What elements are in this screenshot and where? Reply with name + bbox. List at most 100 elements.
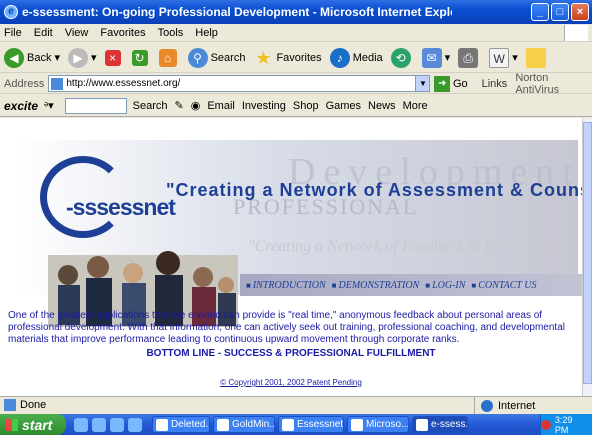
- start-label: start: [22, 416, 53, 433]
- excite-search-button[interactable]: Search: [133, 100, 168, 112]
- quick-launch-media-icon[interactable]: [110, 417, 124, 432]
- taskbar-item-goldmine[interactable]: GoldMin...: [213, 416, 275, 433]
- forward-arrow-icon: ▶: [68, 47, 89, 68]
- taskbar-item-microsoft[interactable]: Microso...: [347, 416, 409, 433]
- my-icon[interactable]: ◉: [191, 99, 201, 112]
- quick-launch-desktop-icon[interactable]: [128, 417, 142, 432]
- back-arrow-icon: ◀: [4, 47, 24, 68]
- close-button[interactable]: ×: [571, 3, 589, 21]
- highlight-icon[interactable]: ✎: [175, 99, 184, 112]
- chevron-down-icon: ▾: [91, 52, 97, 64]
- refresh-icon: ↻: [131, 49, 148, 66]
- excite-investing-button[interactable]: Investing: [242, 100, 286, 112]
- search-button[interactable]: ⚲ Search: [187, 47, 246, 68]
- excite-more-button[interactable]: More: [403, 100, 428, 112]
- address-input[interactable]: http://www.essessnet.org/ ▼: [48, 75, 431, 92]
- history-button[interactable]: ⟲: [390, 47, 414, 68]
- task-label: Deleted...: [171, 419, 210, 430]
- window-titlebar[interactable]: e e-ssessment: On-going Professional Dev…: [0, 0, 592, 24]
- mail-button[interactable]: ✉ ▾: [421, 47, 451, 68]
- taskbar-item-deleted[interactable]: Deleted...: [152, 416, 210, 433]
- folder-button[interactable]: [525, 47, 549, 68]
- essessnet-logo-text: -sssessnet: [66, 194, 176, 220]
- ghost-tagline-text: "Creating a Network of Feedback & Develo…: [248, 238, 576, 255]
- ie-logo-icon: e: [4, 5, 18, 19]
- site-tagline: "Creating a Network of Assessment & Coun…: [166, 180, 582, 200]
- excite-email-button[interactable]: Email: [207, 100, 235, 112]
- page-icon: [51, 77, 64, 90]
- stop-button[interactable]: ×: [104, 49, 124, 66]
- window-title: e-ssessment: On-going Professional Devel…: [22, 5, 452, 19]
- security-zone: Internet: [474, 397, 535, 414]
- home-icon: ⌂: [158, 48, 177, 67]
- scrollbar-thumb[interactable]: [583, 122, 592, 384]
- ie-icon: [416, 418, 428, 431]
- nav-contact-us-link[interactable]: CONTACT US: [471, 280, 536, 291]
- media-button[interactable]: ♪ Media: [329, 47, 383, 68]
- nav-log-in-link[interactable]: LOG-IN: [425, 280, 465, 291]
- excite-shop-button[interactable]: Shop: [293, 100, 319, 112]
- quick-launch-folder-icon[interactable]: [92, 417, 106, 432]
- menu-edit[interactable]: Edit: [34, 27, 53, 39]
- vertical-scrollbar[interactable]: [582, 118, 592, 396]
- menu-file[interactable]: File: [4, 27, 22, 39]
- quick-launch-ie-icon[interactable]: [74, 417, 88, 432]
- page-done-icon: [4, 399, 16, 411]
- nav-introduction-link[interactable]: INTRODUCTION: [246, 280, 326, 291]
- go-arrow-icon[interactable]: ➜: [434, 75, 450, 92]
- clock: 3:29 PM: [554, 414, 573, 435]
- home-button[interactable]: ⌂: [158, 48, 180, 67]
- star-icon: ★: [255, 47, 272, 68]
- folder-icon: [282, 418, 294, 431]
- excite-search-input[interactable]: [64, 97, 127, 114]
- chevron-down-icon: ▾: [51, 52, 61, 64]
- excite-logo[interactable]: excite: [4, 99, 38, 113]
- task-icon: [217, 418, 229, 431]
- folder-icon: [525, 47, 546, 68]
- minimize-button[interactable]: _: [531, 3, 549, 21]
- printer-icon: ⎙: [458, 47, 479, 68]
- history-icon: ⟲: [390, 47, 411, 68]
- bottom-line-heading: BOTTOM LINE - SUCCESS & PROFESSIONAL FUL…: [146, 348, 436, 359]
- chevron-down-icon: ▾: [444, 52, 451, 64]
- media-icon: ♪: [329, 47, 350, 68]
- address-dropdown-button[interactable]: ▼: [415, 76, 430, 91]
- nav-demonstration-link[interactable]: DEMONSTRATION: [332, 280, 419, 291]
- taskbar-item-essessnet[interactable]: Essessnet: [278, 416, 344, 433]
- menu-view[interactable]: View: [65, 27, 89, 39]
- standard-toolbar: ◀ Back ▾ ▶ ▾ × ↻ ⌂ ⚲ Search ★ Favorites …: [0, 43, 592, 73]
- excite-options-icon[interactable]: ᵊ▾: [44, 99, 54, 112]
- forward-button[interactable]: ▶ ▾: [68, 47, 97, 68]
- back-label: Back: [27, 51, 52, 64]
- web-page-content: Development! PROFESSIONAL "Creating a Ne…: [0, 118, 582, 396]
- tray-icon[interactable]: [541, 419, 551, 430]
- address-label: Address: [4, 77, 45, 90]
- menu-help[interactable]: Help: [195, 27, 218, 39]
- excite-news-button[interactable]: News: [368, 100, 396, 112]
- search-label: Search: [210, 51, 246, 64]
- start-button[interactable]: start: [0, 414, 66, 435]
- excite-games-button[interactable]: Games: [326, 100, 361, 112]
- system-tray: 3:29 PM: [540, 414, 592, 435]
- task-label: GoldMin...: [232, 419, 275, 430]
- windows-flag-icon: [6, 418, 18, 431]
- links-button[interactable]: Links: [482, 78, 508, 90]
- taskbar-item-essessment[interactable]: e-ssess...: [412, 416, 468, 433]
- maximize-button[interactable]: □: [551, 3, 569, 21]
- menu-favorites[interactable]: Favorites: [100, 27, 145, 39]
- excite-toolbar: excite ᵊ▾ Search ✎ ◉ Email Investing Sho…: [0, 95, 592, 117]
- status-bar: Done Internet: [0, 396, 592, 414]
- chevron-down-icon: ▾: [512, 52, 518, 64]
- edit-button[interactable]: W ▾: [489, 47, 518, 68]
- go-button[interactable]: Go: [453, 78, 468, 90]
- print-button[interactable]: ⎙: [458, 47, 481, 68]
- norton-antivirus-button[interactable]: Norton AntiVirus: [515, 72, 592, 96]
- favorites-button[interactable]: ★ Favorites: [253, 48, 321, 68]
- back-button[interactable]: ◀ Back ▾: [4, 47, 61, 68]
- edit-icon: W: [489, 47, 510, 68]
- media-label: Media: [352, 51, 383, 64]
- status-text: Done: [20, 399, 47, 411]
- menu-tools[interactable]: Tools: [158, 27, 184, 39]
- copyright-link[interactable]: © Copyright 2001, 2002 Patent Pending: [0, 378, 582, 387]
- refresh-button[interactable]: ↻: [131, 49, 151, 66]
